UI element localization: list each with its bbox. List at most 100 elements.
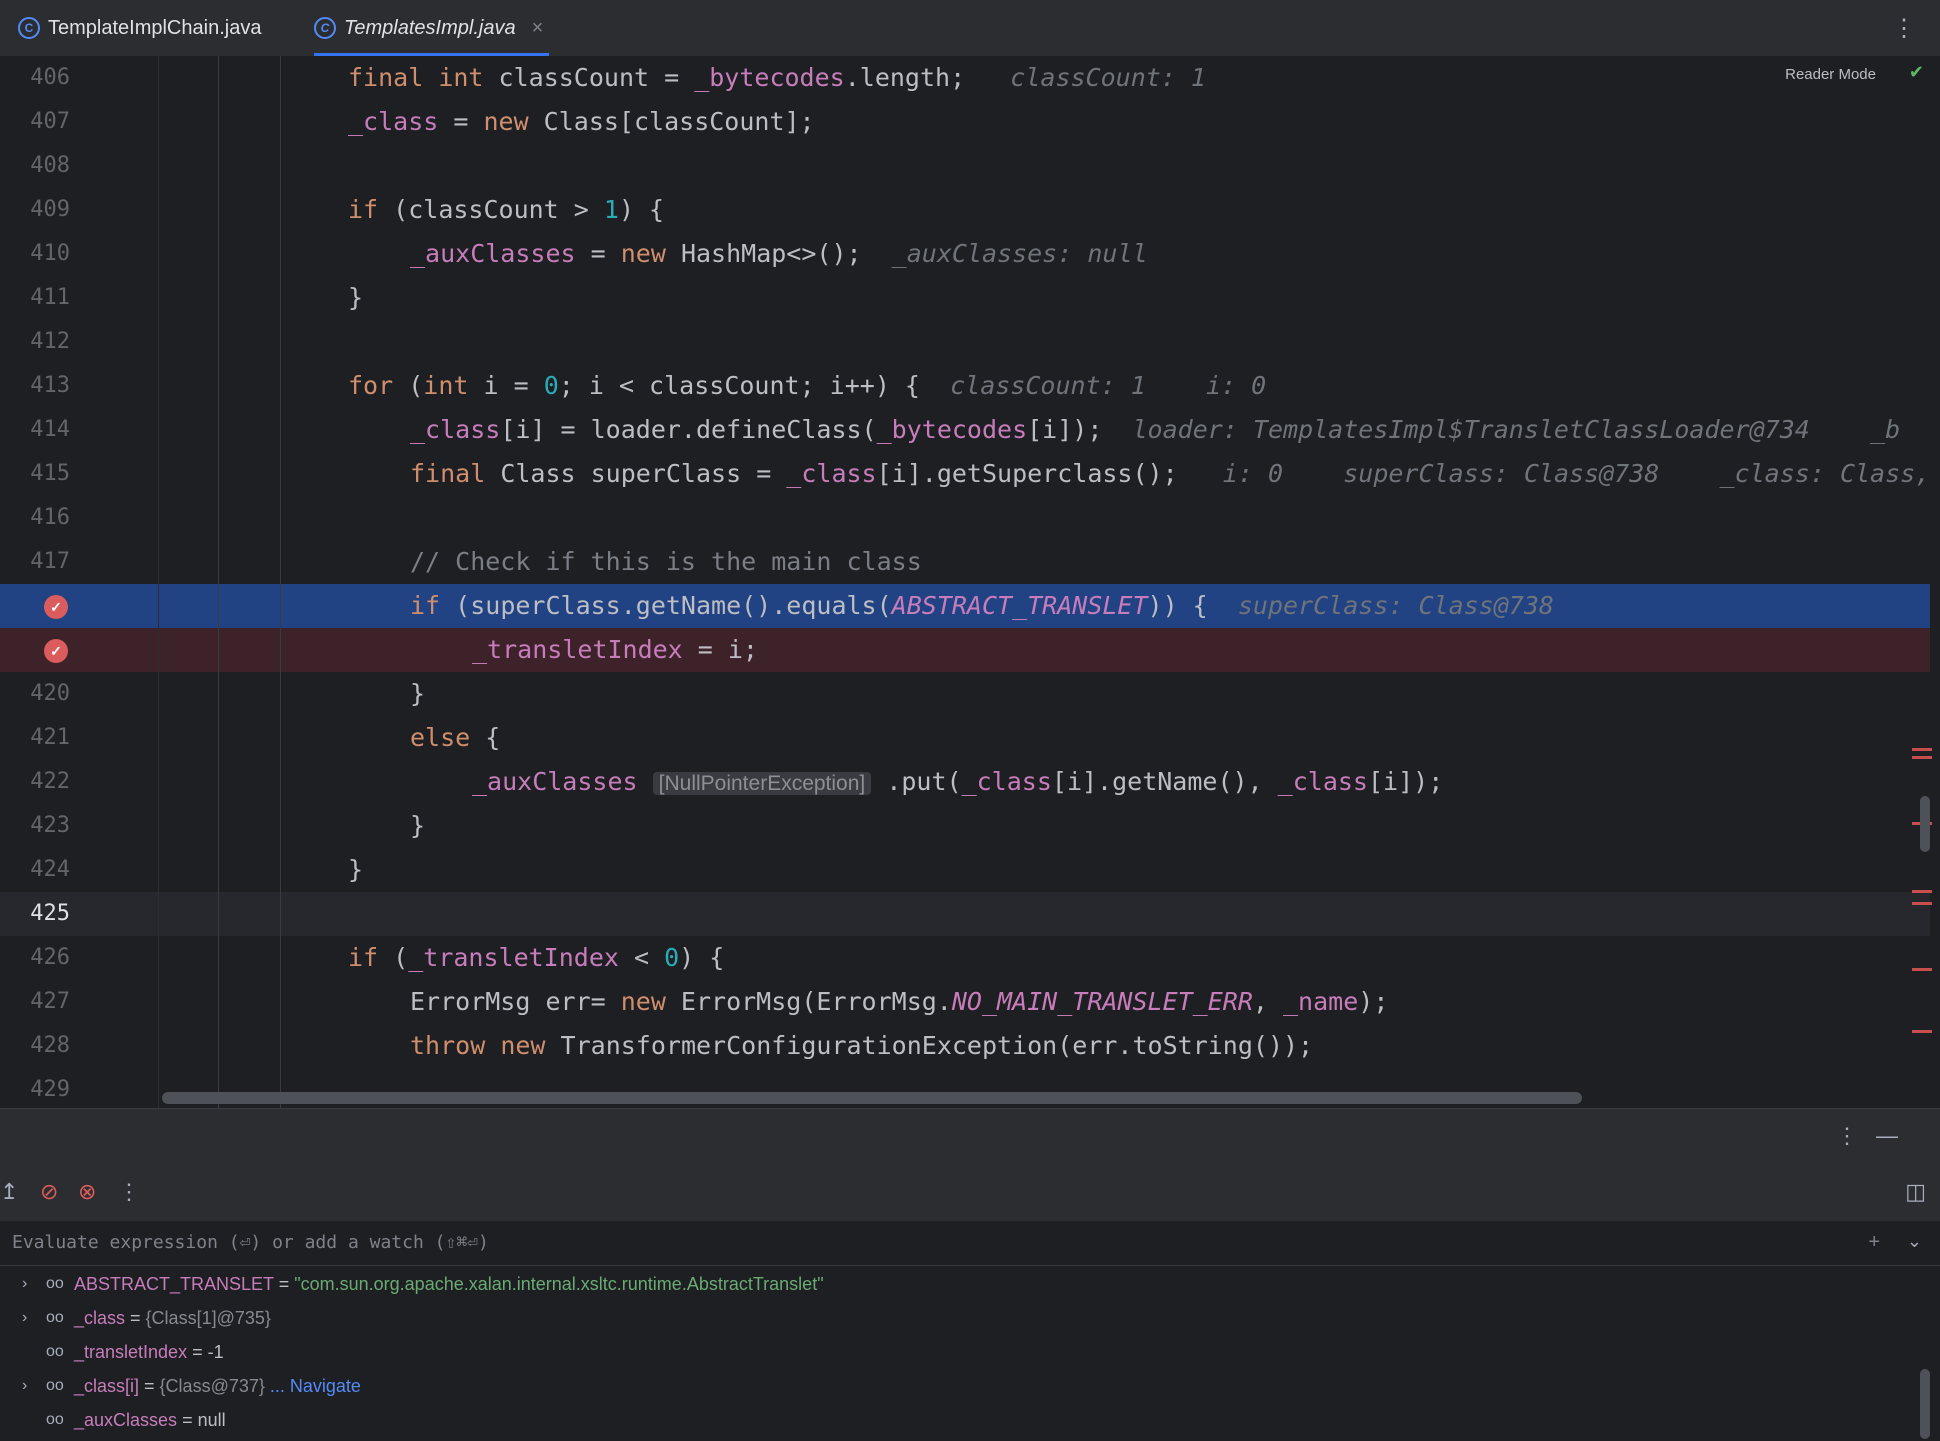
line-number[interactable]: 417 xyxy=(0,540,70,584)
chevron-down-icon[interactable]: ⌄ xyxy=(1907,1231,1922,1252)
chevron-right-icon[interactable]: › xyxy=(22,1369,27,1403)
line-number[interactable]: 421 xyxy=(0,716,70,760)
code-token: classCount = xyxy=(483,63,695,92)
inline-debug-value: superClass: Class@738 xyxy=(1237,591,1554,620)
variable-row[interactable]: › oo ABSTRACT_TRANSLET = "com.sun.org.apac… xyxy=(0,1267,1900,1301)
code-token: _bytecodes xyxy=(876,415,1028,444)
breakpoint-icon[interactable]: ✓ xyxy=(44,595,68,619)
variable-row[interactable]: oo _transletIndex = -1 xyxy=(0,1335,1900,1369)
line-number[interactable]: 420 xyxy=(0,672,70,716)
inspection-ok-icon[interactable]: ✔ xyxy=(1909,62,1924,83)
line-number[interactable]: 411 xyxy=(0,276,70,320)
step-out-icon[interactable]: ↥ xyxy=(0,1179,18,1205)
close-icon[interactable]: × xyxy=(532,17,544,40)
line-number[interactable]: 424 xyxy=(0,848,70,892)
line-number[interactable]: 410 xyxy=(0,232,70,276)
line-number[interactable]: 409 xyxy=(0,188,70,232)
code-line[interactable]: 415 final Class superClass = _class[i].ge… xyxy=(0,452,1930,496)
code-line[interactable]: 414 _class[i] = loader.defineClass(_bytec… xyxy=(0,408,1930,452)
code-line[interactable]: 411} xyxy=(0,276,1930,320)
error-stripe-mark[interactable] xyxy=(1912,1030,1932,1033)
line-number[interactable]: 429 xyxy=(0,1068,70,1108)
code-line[interactable]: 406 final int classCount = _bytecodes.len… xyxy=(0,56,1930,100)
line-number[interactable]: 414 xyxy=(0,408,70,452)
code-line[interactable]: 416 xyxy=(0,496,1930,540)
code-line[interactable]: 412 xyxy=(0,320,1930,364)
tab-templateimplchain[interactable]: C TemplateImplChain.java xyxy=(18,0,261,56)
code-line[interactable]: 425 xyxy=(0,892,1930,936)
evaluate-expression-input[interactable]: Evaluate expression (⏎) or add a watch (… xyxy=(12,1221,489,1265)
code-line[interactable]: 424} xyxy=(0,848,1930,892)
error-stripe-mark[interactable] xyxy=(1912,756,1932,759)
more-vertical-icon[interactable]: ⋮ xyxy=(1892,14,1916,43)
chevron-right-icon[interactable]: › xyxy=(22,1267,27,1301)
line-number[interactable]: 426 xyxy=(0,936,70,980)
code-line[interactable]: 423} xyxy=(0,804,1930,848)
line-number[interactable]: 406 xyxy=(0,56,70,100)
code-token: ABSTRACT_TRANSLET xyxy=(891,591,1148,620)
code-line[interactable]: 420} xyxy=(0,672,1930,716)
debugger-toolbar: ↥ ⊘ ⊗ ⋮ ◫ xyxy=(0,1165,1940,1222)
error-stripe-mark[interactable] xyxy=(1912,748,1932,751)
more-vertical-icon[interactable]: ⋮ xyxy=(118,1179,140,1205)
add-watch-icon[interactable]: + xyxy=(1868,1231,1880,1254)
code-line[interactable]: 409 if (classCount > 1) { xyxy=(0,188,1930,232)
variable-row[interactable]: oo _auxClasses = null xyxy=(0,1403,1900,1437)
horizontal-scrollbar[interactable] xyxy=(162,1092,1582,1104)
variable-equals: = xyxy=(273,1274,295,1294)
code-editor[interactable]: 406 final int classCount = _bytecodes.len… xyxy=(0,56,1940,1108)
code-line[interactable]: 417 // Check if this is the main class xyxy=(0,540,1930,584)
evaluate-expression-field[interactable]: Evaluate expression (⏎) or add a watch (… xyxy=(0,1221,1940,1266)
view-breakpoints-icon[interactable]: ⊘ xyxy=(40,1179,58,1205)
variables-scrollbar[interactable] xyxy=(1920,1369,1930,1439)
code-line[interactable]: 421 else { xyxy=(0,716,1930,760)
line-number[interactable]: 412 xyxy=(0,320,70,364)
code-line[interactable]: 427 ErrorMsg err= new ErrorMsg(ErrorMsg.N… xyxy=(0,980,1930,1024)
code-token: ) { xyxy=(679,943,725,972)
error-stripe-mark[interactable] xyxy=(1912,902,1932,905)
code-line[interactable]: 426 if (_transletIndex < 0) { xyxy=(0,936,1930,980)
line-number[interactable]: 413 xyxy=(0,364,70,408)
line-number[interactable]: 428 xyxy=(0,1024,70,1068)
code-line[interactable]: 410 _auxClasses = new HashMap<>(); _auxCl… xyxy=(0,232,1930,276)
code-text: final int classCount = _bytecodes.length… xyxy=(348,56,1206,100)
code-line[interactable]: 413 for (int i = 0; i < classCount; i++) … xyxy=(0,364,1930,408)
code-line[interactable]: ✓ if (superClass.getName().equals(ABSTRAC… xyxy=(0,584,1930,628)
code-token: TransformerConfigurationException(err.to… xyxy=(545,1031,1314,1060)
breakpoint-icon[interactable]: ✓ xyxy=(44,639,68,663)
code-line[interactable]: 428 throw new TransformerConfigurationExc… xyxy=(0,1024,1930,1068)
panel-options-icon[interactable]: ⋮— xyxy=(1836,1123,1916,1149)
line-number[interactable]: 427 xyxy=(0,980,70,1024)
line-number[interactable]: 423 xyxy=(0,804,70,848)
error-stripe-mark[interactable] xyxy=(1912,890,1932,893)
chevron-right-icon[interactable]: › xyxy=(22,1301,27,1335)
line-number[interactable]: 408 xyxy=(0,144,70,188)
navigate-link[interactable]: ... Navigate xyxy=(265,1376,361,1396)
watch-glasses-icon: oo xyxy=(46,1411,64,1428)
vertical-scrollbar[interactable] xyxy=(1920,796,1930,852)
line-number[interactable]: 425 xyxy=(0,892,70,936)
tab-templatesimpl[interactable]: C TemplatesImpl.java × xyxy=(314,0,550,56)
code-line[interactable]: 422 _auxClasses [NullPointerException] .p… xyxy=(0,760,1930,804)
line-number[interactable]: 415 xyxy=(0,452,70,496)
error-stripe-mark[interactable] xyxy=(1912,968,1932,971)
line-number[interactable]: 407 xyxy=(0,100,70,144)
class-icon: C xyxy=(18,17,40,39)
code-line[interactable]: 408 xyxy=(0,144,1930,188)
code-line[interactable]: ✓ _transletIndex = i; xyxy=(0,628,1930,672)
variable-text: _class = {Class[1]@735} xyxy=(74,1301,271,1335)
code-line[interactable]: 407 _class = new Class[classCount]; xyxy=(0,100,1930,144)
line-number[interactable]: 422 xyxy=(0,760,70,804)
mute-breakpoints-icon[interactable]: ⊗ xyxy=(78,1179,96,1205)
line-number[interactable]: 416 xyxy=(0,496,70,540)
variable-row[interactable]: › oo _class[i] = {Class@737} ... Navigate xyxy=(0,1369,1900,1403)
variable-row[interactable]: › oo _class = {Class[1]@735} xyxy=(0,1301,1900,1335)
code-token: if xyxy=(410,591,441,620)
reader-mode-button[interactable]: Reader Mode xyxy=(1785,66,1876,83)
code-token: ErrorMsg(ErrorMsg. xyxy=(665,987,952,1016)
layout-icon[interactable]: ◫ xyxy=(1905,1179,1926,1205)
